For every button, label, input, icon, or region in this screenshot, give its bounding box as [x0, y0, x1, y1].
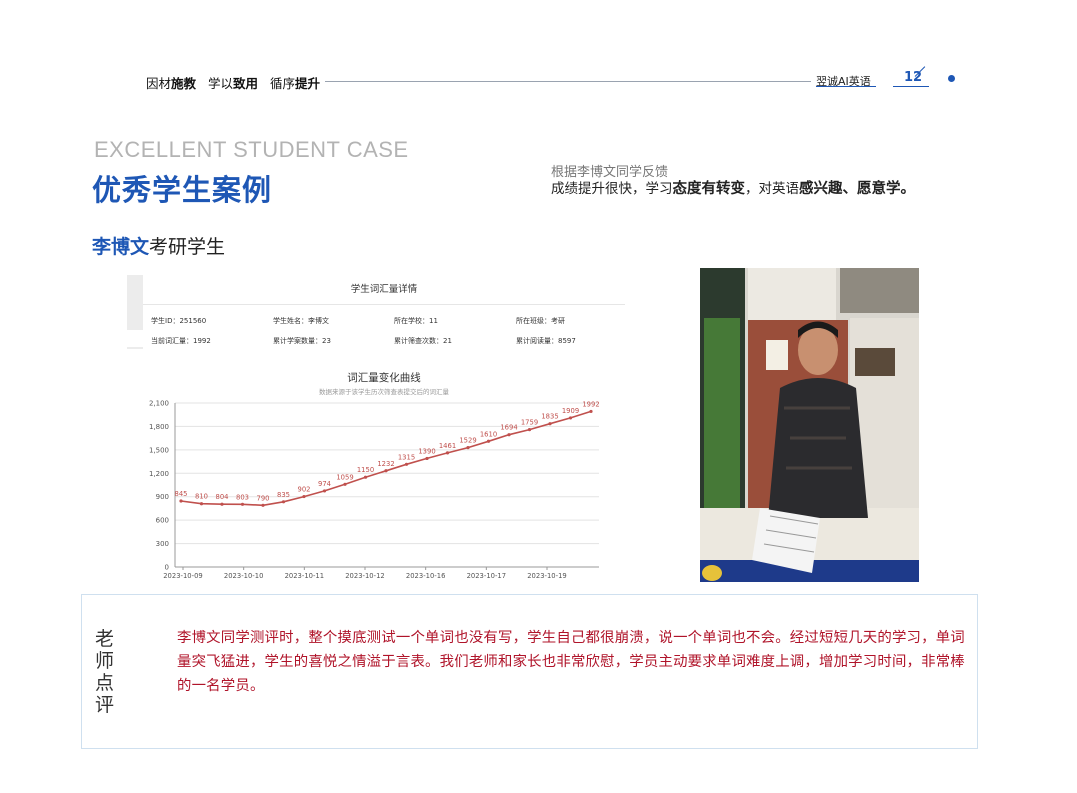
x-tick-label: 2023-10-09: [163, 572, 203, 580]
data-point: [322, 489, 327, 493]
y-tick-label: 300: [156, 540, 169, 548]
data-point: [466, 445, 470, 450]
label-char: 师: [95, 650, 115, 672]
data-label: 1759: [521, 419, 538, 427]
feedback-highlight: 感兴趣、愿意学。: [799, 181, 915, 197]
label-char: 点: [95, 672, 115, 694]
header-dot: [948, 75, 955, 82]
y-tick-label: 0: [165, 564, 169, 572]
data-label: 1150: [357, 466, 374, 474]
data-point: [220, 502, 224, 506]
data-label: 1835: [541, 413, 558, 421]
data-label: 1315: [398, 453, 415, 461]
vocab-card: 学生词汇量详情 学生ID：251560 学生姓名：李博文 所在学校：11 所在班…: [127, 275, 625, 595]
student-heading: 李博文考研学生: [92, 232, 225, 259]
data-label: 1390: [418, 447, 435, 455]
student-name: 李博文: [92, 236, 150, 258]
data-point: [343, 482, 347, 486]
x-tick-label: 2023-10-19: [527, 572, 567, 580]
data-label: 1232: [377, 460, 394, 468]
brand-underline: [816, 86, 876, 87]
data-point: [527, 428, 532, 432]
data-point: [425, 456, 429, 461]
data-label: 810: [195, 493, 208, 501]
data-label: 835: [277, 491, 290, 499]
feedback-part: 成绩提升很快，学习: [551, 181, 673, 197]
student-type: 考研学生: [149, 236, 226, 258]
data-point: [179, 499, 183, 503]
data-label: 974: [318, 480, 331, 488]
data-label: 1610: [480, 430, 497, 438]
data-point: [363, 475, 368, 479]
y-tick-label: 1,500: [149, 446, 169, 454]
data-point: [486, 439, 491, 443]
data-label: 1461: [439, 442, 456, 450]
data-point: [507, 433, 511, 437]
data-label: 1059: [336, 473, 353, 481]
y-tick-label: 900: [156, 493, 169, 501]
teacher-comment-label: 老 师 点 评: [95, 628, 117, 716]
feedback-summary: 成绩提升很快，学习态度有转变，对英语感兴趣、愿意学。: [551, 177, 915, 198]
data-label: 803: [236, 493, 249, 501]
data-point: [445, 451, 450, 455]
feedback-highlight: 态度有转变: [672, 181, 746, 197]
data-label: 902: [298, 486, 311, 494]
data-point: [281, 500, 286, 504]
data-label: 790: [257, 494, 270, 502]
data-label: 1529: [459, 437, 476, 445]
student-photo: [700, 268, 919, 582]
feedback-part: ，对英语: [745, 181, 799, 197]
data-point: [240, 502, 245, 506]
data-label: 804: [216, 493, 229, 501]
data-point: [589, 409, 593, 414]
english-title: EXCELLENT STUDENT CASE: [94, 137, 409, 162]
page-title: 优秀学生案例: [92, 173, 273, 207]
data-label: 845: [175, 490, 188, 498]
data-point: [384, 469, 388, 473]
slogan-part-3: 循序提升: [270, 76, 321, 91]
data-point: [302, 494, 306, 499]
data-label: 1909: [562, 407, 579, 415]
data-point: [404, 462, 409, 466]
data-label: 1992: [582, 400, 599, 408]
data-point: [548, 422, 552, 426]
student-photo-illustration: [700, 268, 919, 582]
slogan-part-2: 学以致用: [208, 76, 259, 91]
data-point: [261, 503, 265, 507]
label-char: 评: [95, 694, 115, 716]
teacher-comment-text: 李博文同学测评时，整个摸底测试一个单词也没有写，学生自己都很崩溃，说一个单词也不…: [177, 630, 965, 694]
vocab-line-chart: 0 300 600 900 1,200 1,500 1,800 2,100 2023-10-09…: [149, 400, 600, 581]
x-tick-label: 2023-10-11: [285, 572, 325, 580]
x-tick-label: 2023-10-12: [345, 572, 385, 580]
slogan-part-1: 因材施教: [146, 76, 197, 91]
x-tick-label: 2023-10-16: [406, 572, 446, 580]
data-point: [199, 502, 204, 506]
x-tick-label: 2023-10-10: [224, 572, 264, 580]
slogan: 因材施教 学以致用 循序提升: [146, 73, 320, 92]
data-label: 1694: [500, 424, 517, 432]
y-tick-label: 600: [156, 517, 169, 525]
header-divider: [325, 81, 811, 82]
y-tick-label: 1,200: [149, 470, 169, 478]
x-tick-label: 2023-10-17: [467, 572, 507, 580]
page-number-underline: [893, 86, 929, 87]
y-tick-label: 1,800: [149, 423, 169, 431]
data-point: [568, 416, 573, 420]
y-tick-label: 2,100: [149, 400, 169, 408]
label-char: 老: [95, 628, 115, 650]
